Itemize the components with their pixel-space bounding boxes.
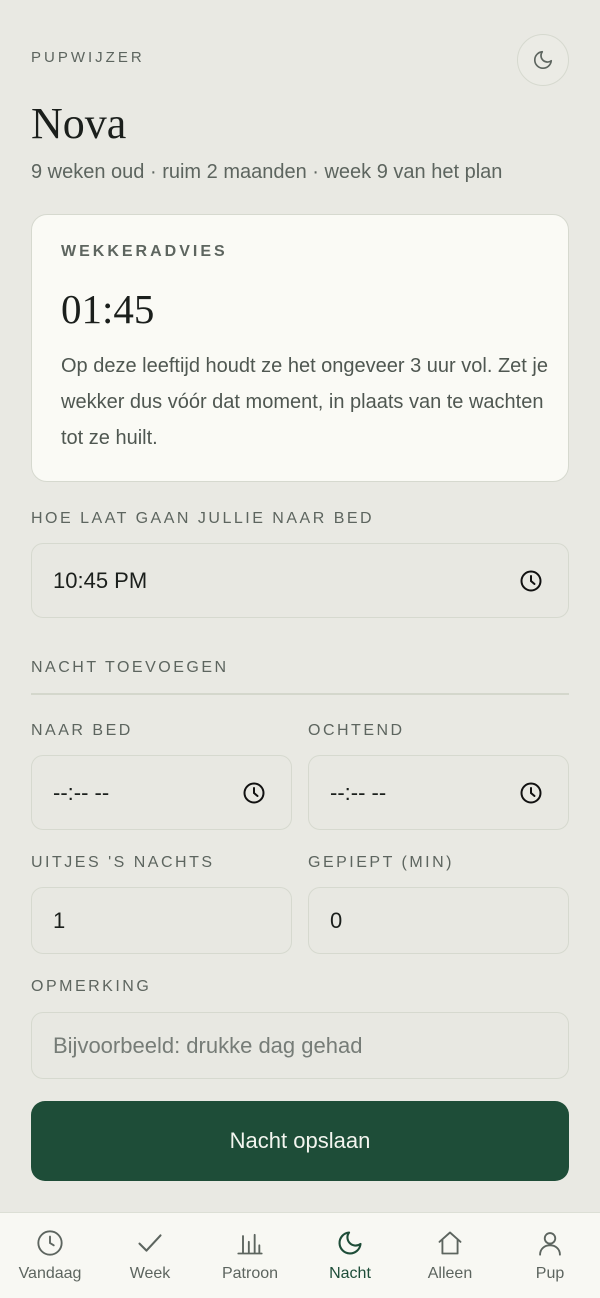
note-label: OPMERKING xyxy=(31,978,152,995)
nav-label-nacht: Nacht xyxy=(329,1265,371,1282)
add-night-label: NACHT TOEVOEGEN xyxy=(31,659,229,676)
nav-label-vandaag: Vandaag xyxy=(18,1265,82,1282)
nav-item-nacht[interactable]: Nacht xyxy=(300,1213,400,1298)
note-placeholder: Bijvoorbeeld: drukke dag gehad xyxy=(53,1032,363,1058)
advice-text: Op deze leeftijd houdt ze het ongeveer 3… xyxy=(61,355,548,449)
divider xyxy=(31,693,569,695)
nav-item-patroon[interactable]: Patroon xyxy=(200,1213,300,1298)
bedtime-input[interactable]: 10:45 PM xyxy=(31,543,569,618)
nav-item-week[interactable]: Week xyxy=(100,1213,200,1298)
night-outings-input[interactable]: 1 xyxy=(31,887,292,954)
to-bed-time-input[interactable]: --:-- -- xyxy=(31,755,292,830)
to-bed-value: --:-- -- xyxy=(53,779,110,805)
save-night-button[interactable]: Nacht opslaan xyxy=(31,1101,569,1181)
morning-label: OCHTEND xyxy=(308,722,405,739)
advice-label: WEKKERADVIES xyxy=(61,243,228,260)
pup-age-meta: 9 weken oud · ruim 2 maanden · week 9 va… xyxy=(31,161,503,183)
nav-item-vandaag[interactable]: Vandaag xyxy=(0,1213,100,1298)
alarm-advice-card: WEKKERADVIES 01:45 Op deze leeftijd houd… xyxy=(31,214,569,482)
moon-icon xyxy=(533,50,553,70)
clock-icon[interactable] xyxy=(519,569,543,593)
nav-label-patroon: Patroon xyxy=(221,1265,279,1282)
to-bed-label: NAAR BED xyxy=(31,722,133,739)
user-icon xyxy=(539,1232,561,1256)
bottom-nav: Vandaag Week Patroon Nacht Alleen Pup xyxy=(0,1212,600,1298)
advice-time: 01:45 xyxy=(61,286,155,332)
app-label: PUPWIJZER xyxy=(31,49,145,66)
home-icon xyxy=(438,1231,462,1255)
whined-label: GEPIEPT (MIN) xyxy=(308,854,454,871)
whined-value: 0 xyxy=(330,907,343,933)
morning-value: --:-- -- xyxy=(330,779,387,805)
nav-label-pup: Pup xyxy=(535,1265,565,1282)
nav-label-alleen: Alleen xyxy=(427,1265,473,1282)
bedtime-value: 10:45 PM xyxy=(53,567,148,593)
pup-name: Nova xyxy=(31,99,127,148)
clock-icon[interactable] xyxy=(242,781,266,805)
whined-minutes-input[interactable]: 0 xyxy=(308,887,569,954)
outings-value: 1 xyxy=(53,907,66,933)
bar-chart-icon xyxy=(237,1233,263,1255)
note-input[interactable]: Bijvoorbeeld: drukke dag gehad xyxy=(31,1012,569,1079)
morning-time-input[interactable]: --:-- -- xyxy=(308,755,569,830)
clock-icon[interactable] xyxy=(519,781,543,805)
check-icon xyxy=(138,1234,162,1252)
nav-item-pup[interactable]: Pup xyxy=(500,1213,600,1298)
nav-item-alleen[interactable]: Alleen xyxy=(400,1213,500,1298)
theme-toggle-button[interactable] xyxy=(517,34,569,86)
nav-label-week: Week xyxy=(129,1265,171,1282)
bedtime-label: HOE LAAT GAAN JULLIE NAAR BED xyxy=(31,510,375,527)
outings-label: UITJES 'S NACHTS xyxy=(31,854,215,871)
clock-icon xyxy=(37,1230,63,1256)
moon-icon xyxy=(338,1231,362,1255)
